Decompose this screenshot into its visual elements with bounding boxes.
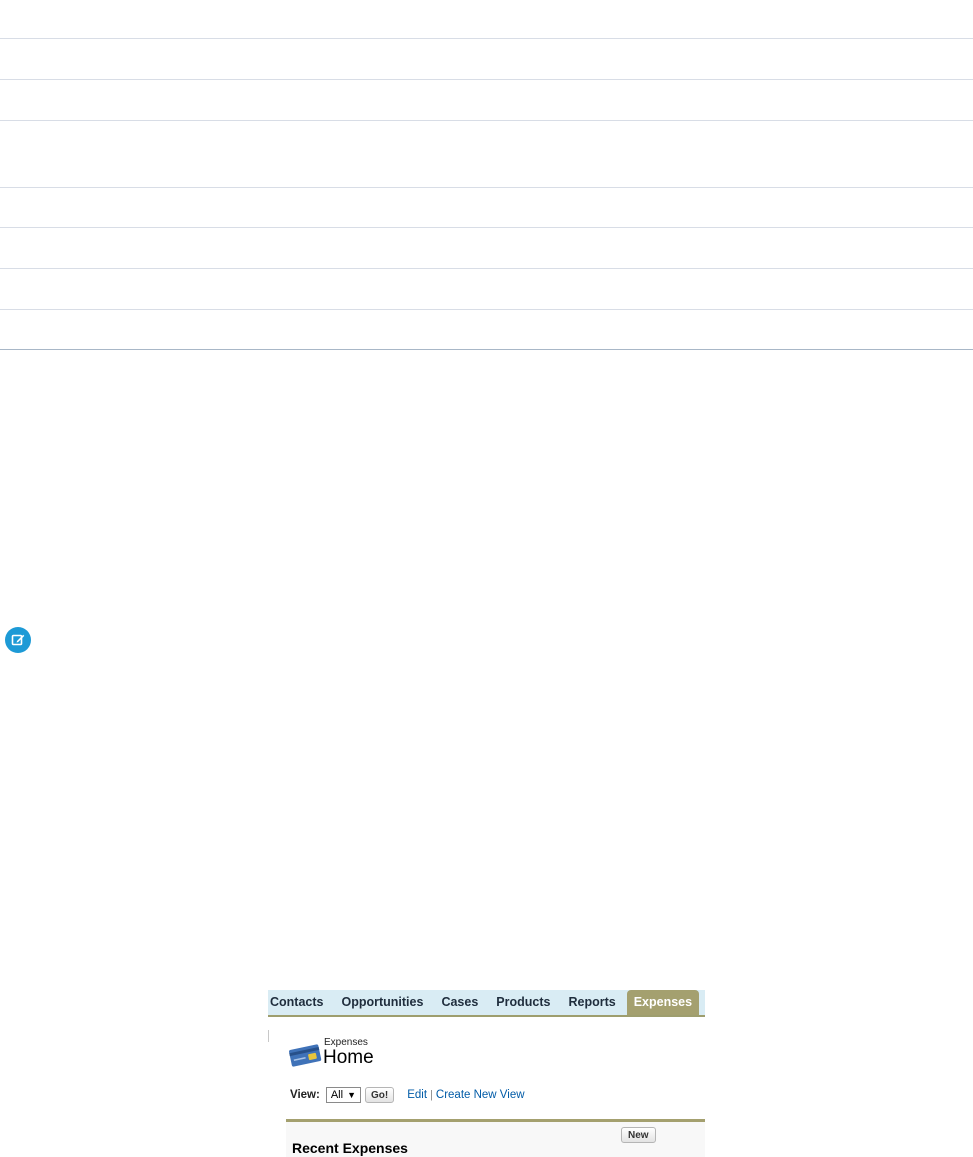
table-row: [0, 0, 973, 39]
view-bar: View: All ▼ Go! Edit | Create New View: [290, 1086, 525, 1104]
salesforce-expenses-screenshot: Contacts Opportunities Cases Products Re…: [268, 990, 705, 1157]
view-select[interactable]: All ▼: [325, 1087, 361, 1103]
edit-note-icon: [5, 627, 31, 653]
recent-expenses-title: Recent Expenses: [292, 1140, 408, 1156]
tab-reports[interactable]: Reports: [559, 990, 624, 1015]
table-row: [0, 269, 973, 310]
page-title: Home: [323, 1047, 374, 1068]
tab-bar: Contacts Opportunities Cases Products Re…: [268, 990, 705, 1017]
dropdown-arrow-icon: ▼: [347, 1090, 356, 1100]
new-expense-button[interactable]: New: [621, 1127, 656, 1143]
table-row: [0, 188, 973, 228]
table-row: [0, 310, 973, 350]
tab-all-tabs-plus[interactable]: +: [699, 990, 705, 1015]
table-row: [0, 39, 973, 80]
edit-view-link[interactable]: Edit: [407, 1089, 427, 1101]
tab-products[interactable]: Products: [487, 990, 559, 1015]
tab-contacts[interactable]: Contacts: [268, 990, 332, 1015]
table-row: [0, 121, 973, 188]
tab-expenses[interactable]: Expenses: [626, 990, 700, 1015]
divider: [268, 1030, 269, 1042]
credit-card-icon: [289, 1044, 322, 1067]
create-new-view-link[interactable]: Create New View: [436, 1089, 525, 1101]
tab-opportunities[interactable]: Opportunities: [332, 990, 432, 1015]
view-select-value: All: [330, 1089, 344, 1101]
table-row: [0, 228, 973, 269]
recent-expenses-panel: Recent Expenses New: [286, 1119, 705, 1157]
link-separator: |: [430, 1089, 433, 1101]
tab-cases[interactable]: Cases: [432, 990, 487, 1015]
table-row: [0, 80, 973, 121]
go-button[interactable]: Go!: [364, 1087, 395, 1103]
view-label: View:: [290, 1089, 320, 1101]
